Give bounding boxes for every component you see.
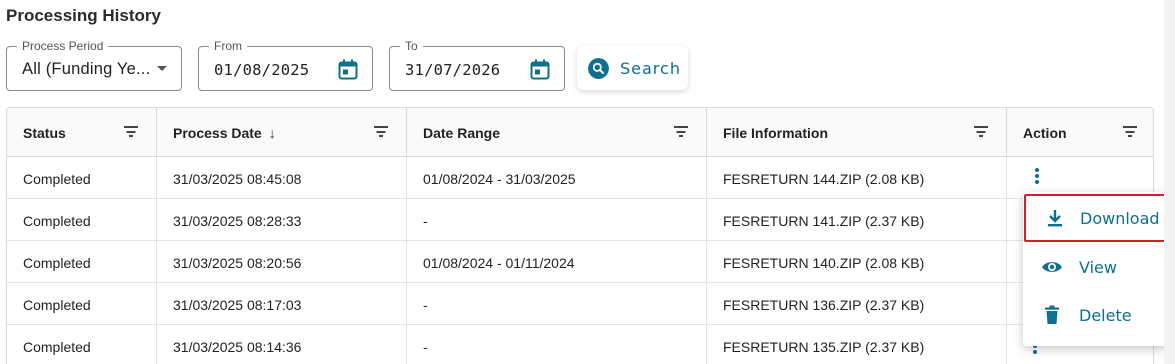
filter-icon[interactable] <box>124 126 138 137</box>
to-date-value: 31/07/2026 <box>405 61 501 79</box>
filter-icon[interactable] <box>974 126 988 137</box>
page-title: Processing History <box>6 6 161 25</box>
download-icon <box>1048 210 1062 227</box>
eye-icon <box>1042 262 1062 272</box>
status-cell: Completed <box>7 283 157 325</box>
file-info-cell: FESRETURN 144.ZIP (2.08 KB) <box>707 157 1007 199</box>
column-header-status[interactable]: Status <box>7 108 157 157</box>
date-range-cell: - <box>407 199 707 241</box>
vertical-scrollbar[interactable] <box>1164 0 1175 364</box>
table-row[interactable]: Completed 31/03/2025 08:17:03 - FESRETUR… <box>7 283 1153 325</box>
column-header-label: File Information <box>723 125 828 141</box>
menu-item-label: Delete <box>1079 305 1132 325</box>
menu-item-download[interactable]: Download <box>1024 194 1169 242</box>
filter-icon[interactable] <box>674 126 688 137</box>
search-button[interactable]: Search <box>577 46 688 90</box>
status-cell: Completed <box>7 241 157 283</box>
calendar-icon[interactable] <box>530 59 550 80</box>
filter-icon[interactable] <box>1123 126 1137 137</box>
file-info-cell: FESRETURN 135.ZIP (2.37 KB) <box>707 325 1007 364</box>
process-date-cell: 31/03/2025 08:14:36 <box>157 325 407 364</box>
process-date-cell: 31/03/2025 08:45:08 <box>157 157 407 199</box>
sort-descending-icon[interactable]: ↓ <box>269 125 276 141</box>
process-period-label: Process Period <box>17 39 109 53</box>
column-header-label: Status <box>23 125 66 141</box>
process-period-value: All (Funding Ye... <box>22 60 151 78</box>
search-icon <box>588 57 609 79</box>
menu-item-label: View <box>1079 257 1117 277</box>
process-date-cell: 31/03/2025 08:28:33 <box>157 199 407 241</box>
date-range-cell: - <box>407 325 707 364</box>
date-range-cell: 01/08/2024 - 01/11/2024 <box>407 241 707 283</box>
table-row[interactable]: Completed 31/03/2025 08:28:33 - FESRETUR… <box>7 199 1153 241</box>
from-date-label: From <box>209 39 247 53</box>
column-header-process-date[interactable]: Process Date ↓ <box>157 108 407 157</box>
process-period-select[interactable]: Process Period All (Funding Ye... <box>6 39 182 91</box>
status-cell: Completed <box>7 199 157 241</box>
from-date-value: 01/08/2025 <box>214 61 310 79</box>
search-button-label: Search <box>620 58 681 78</box>
status-cell: Completed <box>7 157 157 199</box>
file-info-cell: FESRETURN 140.ZIP (2.08 KB) <box>707 241 1007 283</box>
column-header-file-information[interactable]: File Information <box>707 108 1007 157</box>
table-header: Status Process Date ↓ Date Range File Inf… <box>7 108 1153 157</box>
to-date-label: To <box>400 39 423 53</box>
calendar-icon[interactable] <box>338 59 358 80</box>
table-row[interactable]: Completed 31/03/2025 08:45:08 01/08/2024… <box>7 157 1153 199</box>
to-date-field[interactable]: To 31/07/2026 <box>389 39 565 91</box>
column-header-label: Process Date <box>173 125 262 141</box>
file-info-cell: FESRETURN 141.ZIP (2.37 KB) <box>707 199 1007 241</box>
file-info-cell: FESRETURN 136.ZIP (2.37 KB) <box>707 283 1007 325</box>
column-header-action[interactable]: Action <box>1007 108 1153 157</box>
filter-icon[interactable] <box>374 126 388 137</box>
menu-item-delete[interactable]: Delete <box>1023 291 1170 339</box>
more-actions-icon[interactable] <box>1034 168 1040 186</box>
processing-history-table: Status Process Date ↓ Date Range File Inf… <box>6 107 1154 364</box>
column-header-date-range[interactable]: Date Range <box>407 108 707 157</box>
trash-icon <box>1045 305 1059 324</box>
date-range-cell: - <box>407 283 707 325</box>
action-menu: Download View Delete <box>1023 192 1170 346</box>
process-date-cell: 31/03/2025 08:20:56 <box>157 241 407 283</box>
table-row[interactable]: Completed 31/03/2025 08:14:36 - FESRETUR… <box>7 325 1153 364</box>
column-header-label: Action <box>1023 125 1067 141</box>
dropdown-arrow-icon[interactable] <box>157 66 167 71</box>
process-date-cell: 31/03/2025 08:17:03 <box>157 283 407 325</box>
menu-item-label: Download <box>1080 208 1160 228</box>
date-range-cell: 01/08/2024 - 31/03/2025 <box>407 157 707 199</box>
status-cell: Completed <box>7 325 157 364</box>
menu-item-view[interactable]: View <box>1023 243 1170 291</box>
from-date-field[interactable]: From 01/08/2025 <box>198 39 373 91</box>
column-header-label: Date Range <box>423 125 501 141</box>
table-row[interactable]: Completed 31/03/2025 08:20:56 01/08/2024… <box>7 241 1153 283</box>
